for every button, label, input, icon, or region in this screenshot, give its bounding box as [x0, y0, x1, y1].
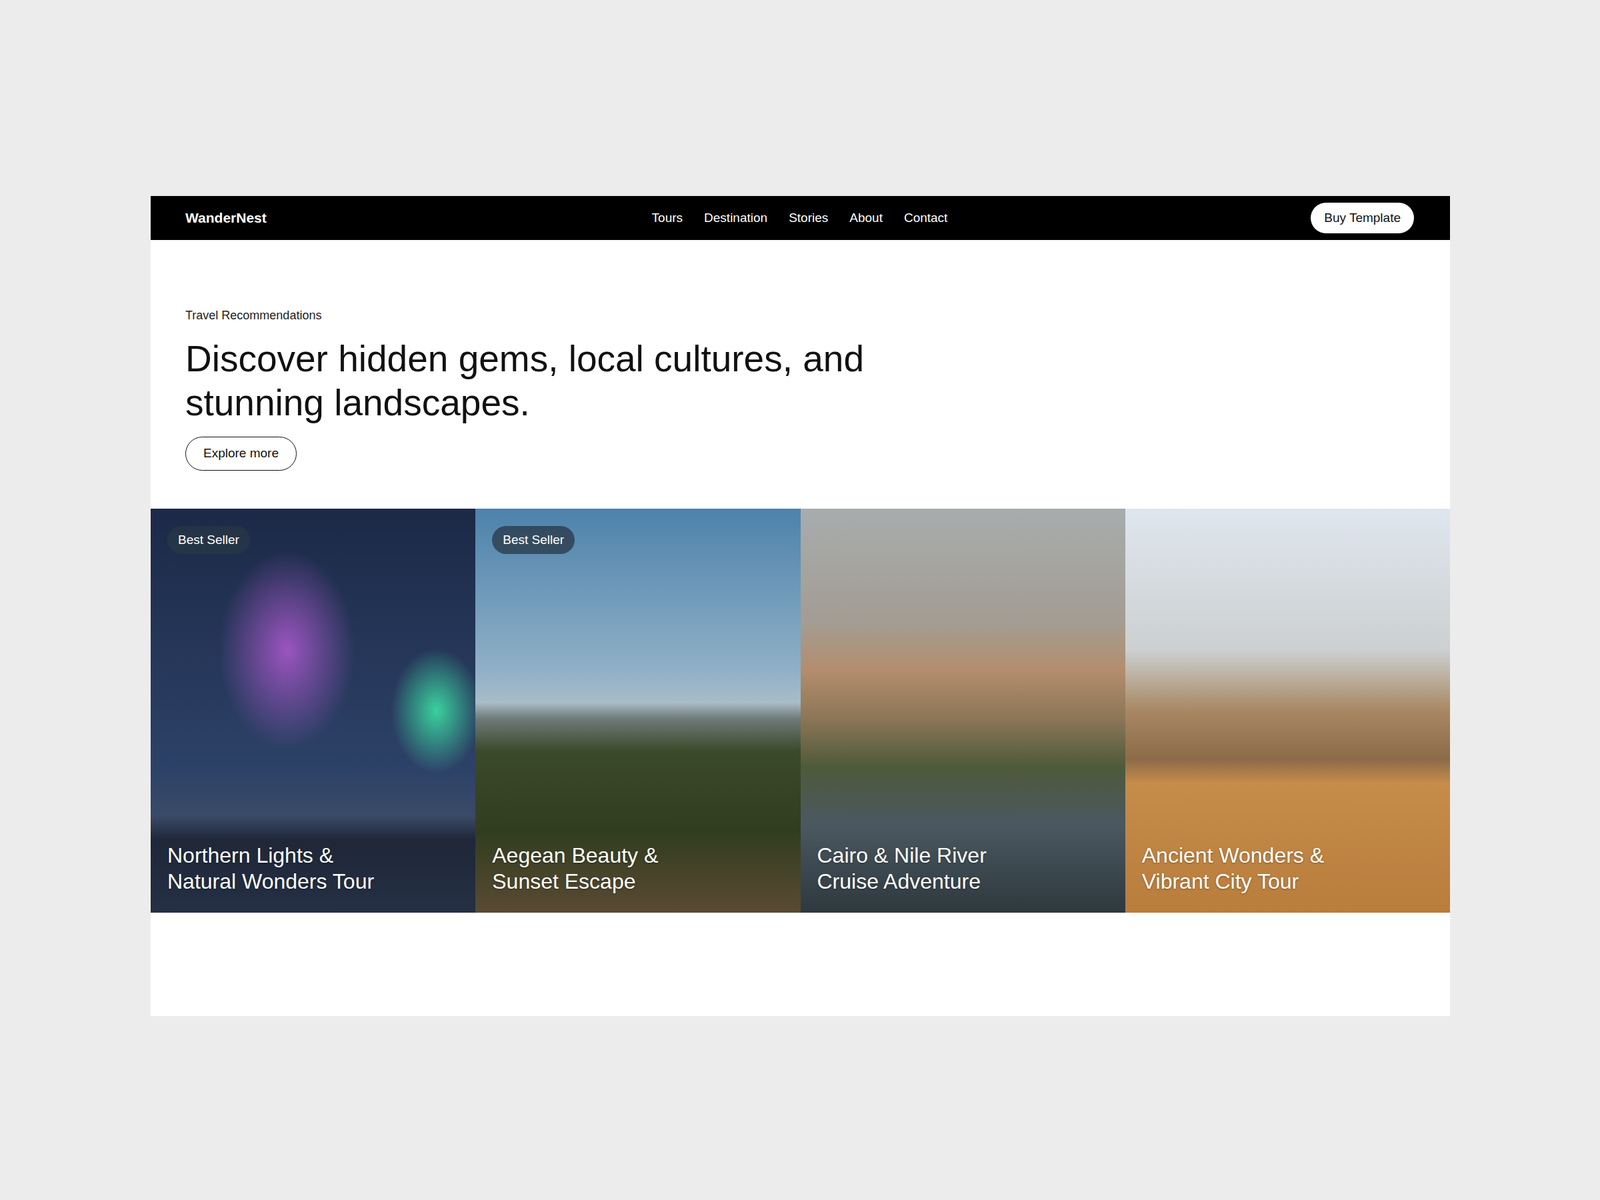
nav-link[interactable]: Tours: [652, 208, 683, 228]
brand-logo[interactable]: WanderNest: [185, 207, 267, 229]
tour-card[interactable]: Cairo & Nile River Cruise Adventure: [800, 508, 1126, 913]
navbar-right: Buy Template: [947, 202, 1414, 234]
explore-more-button[interactable]: Explore more: [185, 436, 297, 471]
nav-links: Tours Destination Stories About Contact: [652, 208, 948, 228]
tour-title[interactable]: Aegean Beauty & Sunset Escape: [492, 842, 726, 895]
best-seller-badge: Best Seller: [167, 526, 250, 555]
tour-title[interactable]: Ancient Wonders & Vibrant City Tour: [1142, 842, 1376, 895]
navbar-left: WanderNest: [185, 207, 652, 229]
nav-link[interactable]: Contact: [904, 208, 948, 228]
tour-column: Ancient Wonders & Vibrant City Tour: [1125, 508, 1450, 913]
tour-title[interactable]: Cairo & Nile River Cruise Adventure: [817, 842, 1051, 895]
nav-link[interactable]: About: [849, 208, 883, 228]
page-frame: WanderNest Tours Destination Stories About Co…: [150, 196, 1450, 1016]
tour-grid: Best Seller Northern Lights & Natural Won…: [150, 508, 1450, 913]
hero-heading: Discover hidden gems, local cultures, an…: [185, 336, 886, 425]
buy-template-button[interactable]: Buy Template: [1310, 202, 1414, 234]
tour-column: Cairo & Nile River Cruise Adventure: [800, 508, 1126, 913]
hero-eyebrow: Travel Recommendations: [185, 306, 1416, 325]
tour-card[interactable]: Best Seller Aegean Beauty & Sunset Escape: [475, 508, 800, 913]
tour-card[interactable]: Best Seller Northern Lights & Natural Won…: [150, 508, 476, 913]
tour-column: Best Seller Aegean Beauty & Sunset Escape: [475, 508, 800, 913]
top-navbar: WanderNest Tours Destination Stories About Co…: [150, 196, 1450, 240]
hero-section: Travel Recommendations Discover hidden ge…: [150, 240, 1450, 509]
best-seller-badge: Best Seller: [492, 526, 575, 555]
nav-link[interactable]: Destination: [704, 208, 768, 228]
nav-link[interactable]: Stories: [788, 208, 828, 228]
tour-column: Best Seller Northern Lights & Natural Won…: [150, 508, 476, 913]
tour-title[interactable]: Northern Lights & Natural Wonders Tour: [167, 842, 401, 895]
tour-card[interactable]: Ancient Wonders & Vibrant City Tour: [1125, 508, 1450, 913]
